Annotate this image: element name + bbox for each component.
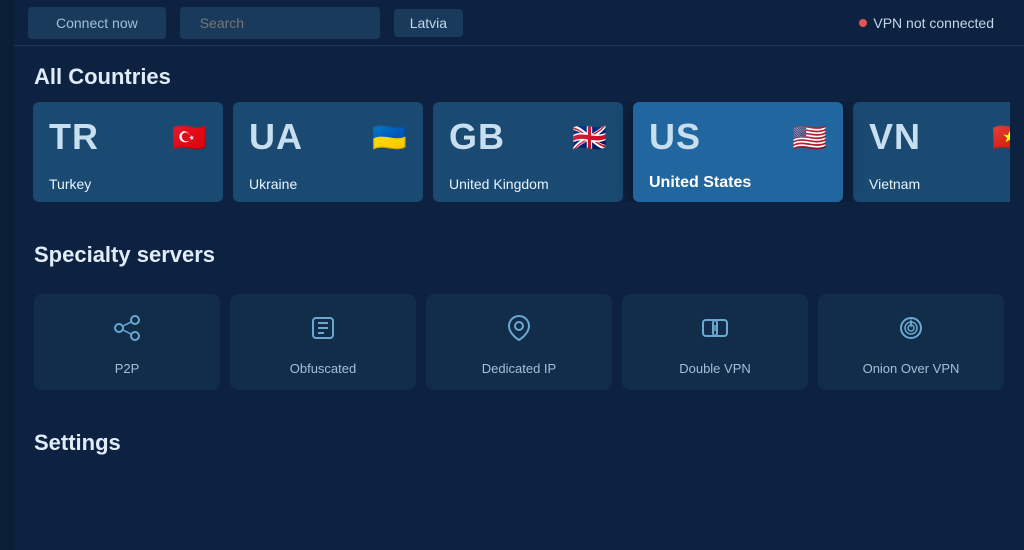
vpn-status-text: VPN not connected [873, 15, 994, 31]
card-code-gb: GB [449, 116, 505, 158]
specialty-card-p2p[interactable]: P2P [34, 294, 220, 390]
card-name-tr: Turkey [49, 172, 207, 192]
vpn-status: VPN not connected [859, 15, 994, 31]
card-flag-tr: 🇹🇷 [172, 121, 207, 154]
card-top-us: US 🇺🇸 [649, 116, 827, 158]
double-vpn-icon [699, 312, 731, 351]
specialty-card-obfuscated[interactable]: Obfuscated [230, 294, 416, 390]
settings-title: Settings [34, 412, 1004, 468]
country-card-ua[interactable]: UA 🇺🇦 Ukraine [233, 102, 423, 202]
onion-over-vpn-label: Onion Over VPN [863, 361, 960, 376]
card-code-vn: VN [869, 116, 921, 158]
card-flag-vn: 🇻🇳 [992, 121, 1010, 154]
p2p-icon [111, 312, 143, 351]
card-name-us: United States [649, 170, 827, 192]
left-sidebar [0, 0, 14, 550]
card-flag-gb: 🇬🇧 [572, 121, 607, 154]
p2p-label: P2P [115, 361, 140, 376]
country-cards-row: TR 🇹🇷 Turkey UA 🇺🇦 Ukraine GB 🇬🇧 United … [28, 102, 1010, 202]
card-code-us: US [649, 116, 701, 158]
card-flag-ua: 🇺🇦 [372, 121, 407, 154]
obfuscated-icon [307, 312, 339, 351]
specialty-card-dedicated-ip[interactable]: Dedicated IP [426, 294, 612, 390]
specialty-section: Specialty servers P2P [34, 224, 1004, 390]
search-input[interactable] [180, 7, 380, 39]
card-code-ua: UA [249, 116, 303, 158]
specialty-card-double-vpn[interactable]: Double VPN [622, 294, 808, 390]
all-countries-title: All Countries [34, 46, 1004, 102]
card-name-ua: Ukraine [249, 172, 407, 192]
card-top-gb: GB 🇬🇧 [449, 116, 607, 158]
country-card-us[interactable]: US 🇺🇸 United States [633, 102, 843, 202]
top-bar-left: Connect now Latvia [14, 7, 463, 39]
dedicated-ip-icon [503, 312, 535, 351]
top-bar: Connect now Latvia VPN not connected [14, 0, 1024, 46]
onion-over-vpn-icon [895, 312, 927, 351]
card-top-ua: UA 🇺🇦 [249, 116, 407, 158]
card-name-vn: Vietnam [869, 172, 1010, 192]
connect-now-button[interactable]: Connect now [28, 7, 166, 39]
specialty-cards-row: P2P Obfuscated [34, 294, 1004, 390]
dedicated-ip-label: Dedicated IP [482, 361, 556, 376]
specialty-title: Specialty servers [34, 224, 1004, 280]
double-vpn-label: Double VPN [679, 361, 751, 376]
specialty-card-onion-over-vpn[interactable]: Onion Over VPN [818, 294, 1004, 390]
card-code-tr: TR [49, 116, 99, 158]
obfuscated-label: Obfuscated [290, 361, 357, 376]
main-content: All Countries TR 🇹🇷 Turkey UA 🇺🇦 Ukraine [14, 46, 1024, 468]
latvia-label: Latvia [394, 9, 463, 37]
card-top-vn: VN 🇻🇳 [869, 116, 1010, 158]
card-top-tr: TR 🇹🇷 [49, 116, 207, 158]
settings-section: Settings [34, 412, 1004, 468]
vpn-status-dot [859, 19, 867, 27]
card-flag-us: 🇺🇸 [792, 121, 827, 154]
country-card-tr[interactable]: TR 🇹🇷 Turkey [33, 102, 223, 202]
country-card-gb[interactable]: GB 🇬🇧 United Kingdom [433, 102, 623, 202]
card-name-gb: United Kingdom [449, 172, 607, 192]
country-card-vn[interactable]: VN 🇻🇳 Vietnam [853, 102, 1010, 202]
